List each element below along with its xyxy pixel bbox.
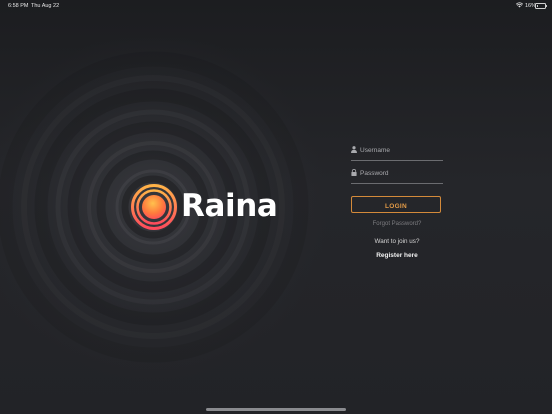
user-icon xyxy=(351,146,357,153)
status-date: Thu Aug 22 xyxy=(31,3,60,9)
lock-icon xyxy=(351,169,357,176)
home-indicator[interactable] xyxy=(206,408,346,411)
battery-icon xyxy=(535,3,547,9)
login-button[interactable]: LOGIN xyxy=(351,196,441,213)
login-screen: 6:58 PM Thu Aug 22 16% Raina Username LO… xyxy=(0,0,552,414)
forgot-password-link[interactable]: Forgot Password? xyxy=(351,221,443,227)
status-time: 6:58 PM xyxy=(8,3,29,9)
raina-logo: Raina xyxy=(130,183,280,233)
battery-nub xyxy=(545,5,547,7)
register-link[interactable]: Register here xyxy=(351,252,443,259)
password-field xyxy=(351,166,443,184)
brand-name: Raina xyxy=(181,188,278,224)
username-input[interactable] xyxy=(360,144,442,156)
wifi-icon xyxy=(516,2,523,8)
raina-logo-mark-icon xyxy=(131,184,177,230)
status-bar: 6:58 PM Thu Aug 22 16% xyxy=(0,0,552,12)
join-prompt: Want to join us? xyxy=(374,238,420,245)
battery-level xyxy=(536,4,538,8)
username-field xyxy=(351,143,443,161)
password-input[interactable] xyxy=(360,167,442,179)
login-form: LOGIN Forgot Password? Want to join us? … xyxy=(351,140,443,265)
